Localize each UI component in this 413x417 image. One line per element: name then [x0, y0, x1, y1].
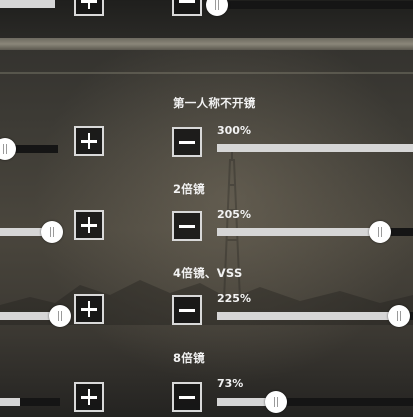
label-2x-scope: 2倍镜	[173, 182, 205, 196]
minus-button-first-person[interactable]	[172, 127, 202, 157]
section-rule	[0, 72, 413, 74]
minus-button-8x-scope[interactable]	[172, 382, 202, 412]
section-divider	[0, 38, 413, 50]
slider-fill-first-person	[217, 144, 413, 152]
left-plus-button-2[interactable]	[74, 210, 104, 240]
slider-knob-4x-scope-vss[interactable]	[388, 305, 410, 327]
value-first-person: 300%	[217, 124, 251, 137]
left-plus-button-3[interactable]	[74, 294, 104, 324]
slider-track-8x-scope[interactable]	[217, 398, 413, 406]
left-slider-knob-3[interactable]	[49, 305, 71, 327]
slider-fill-2x-scope	[217, 228, 380, 236]
value-8x-scope: 73%	[217, 377, 244, 390]
minus-button-top[interactable]	[172, 0, 202, 16]
label-first-person: 第一人称不开镜	[173, 96, 256, 110]
left-slider-track-4[interactable]	[0, 398, 60, 406]
slider-track-top[interactable]	[217, 1, 413, 9]
slider-knob-8x-scope[interactable]	[265, 391, 287, 413]
left-plus-button-top[interactable]	[74, 0, 104, 16]
value-2x-scope: 205%	[217, 208, 251, 221]
left-plus-button-1[interactable]	[74, 126, 104, 156]
slider-track-first-person[interactable]	[217, 144, 413, 152]
label-4x-scope-vss: 4倍镜、VSS	[173, 266, 243, 280]
left-slider-track-top[interactable]	[0, 0, 55, 8]
minus-button-2x-scope[interactable]	[172, 211, 202, 241]
left-slider-knob-2[interactable]	[41, 221, 63, 243]
minus-button-4x-scope-vss[interactable]	[172, 295, 202, 325]
slider-knob-2x-scope[interactable]	[369, 221, 391, 243]
value-4x-scope-vss: 225%	[217, 292, 251, 305]
left-plus-button-4[interactable]	[74, 382, 104, 412]
label-8x-scope: 8倍镜	[173, 351, 205, 365]
slider-track-4x-scope-vss[interactable]	[217, 312, 413, 320]
background-scene	[0, 0, 413, 417]
slider-fill-4x-scope-vss	[217, 312, 399, 320]
